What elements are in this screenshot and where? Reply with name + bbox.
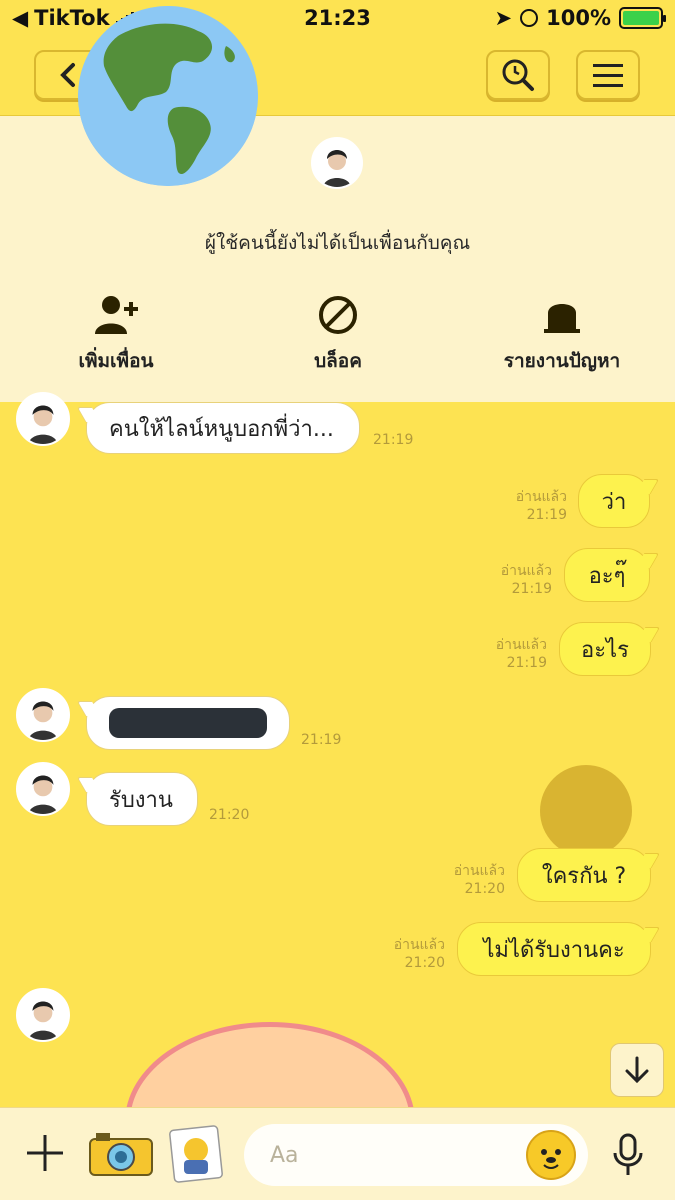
message-bubble-incoming[interactable]: คนให้ไลน์หนูบอกพี่ว่า... [86,402,360,454]
camera-button[interactable] [88,1131,154,1177]
message-meta: อ่านแล้ว 21:20 [394,936,445,972]
message-time: 21:20 [209,807,250,823]
pooh-background-icon [540,765,632,857]
emoji-button[interactable] [526,1130,576,1180]
message-time: 21:20 [404,955,445,971]
read-status: อ่านแล้ว [495,637,547,653]
battery-percent: 100% [546,6,611,30]
carrier-label[interactable]: TikTok [34,6,109,30]
sender-avatar[interactable] [16,688,70,742]
read-status: อ่านแล้ว [500,563,552,579]
read-status: อ่านแล้ว [453,863,505,879]
pooh-emoji-icon [541,1149,561,1169]
message-bubble-outgoing[interactable]: ใครกัน ? [517,848,651,902]
message-text: อะไร [581,637,629,663]
message-text: อะๆ๊ [588,563,626,589]
message-meta: อ่านแล้ว 21:20 [454,862,505,898]
camera-icon [89,1133,153,1176]
hamburger-icon [593,64,623,87]
globe-sticker-icon [78,6,258,186]
message-text: รับงาน [109,787,173,813]
add-friend-button[interactable]: เพิ่มเพื่อน [6,290,226,376]
contact-avatar[interactable] [311,137,363,189]
block-button[interactable]: บล็อค [228,290,448,376]
block-label: บล็อค [314,350,362,372]
message-bubble-incoming[interactable]: รับงาน [86,772,198,826]
microphone-icon [613,1133,643,1175]
menu-button[interactable] [576,50,640,100]
report-icon [544,304,580,333]
message-time: 21:19 [301,732,342,748]
sticker-button[interactable] [168,1124,224,1184]
message-meta: อ่านแล้ว 21:19 [496,636,547,672]
message-meta: อ่านแล้ว 21:19 [501,562,552,598]
message-time: 21:19 [526,507,567,523]
report-label: รายงานปัญหา [503,350,621,372]
message-bubble-outgoing[interactable]: อะๆ๊ [564,548,650,602]
voice-button[interactable] [606,1130,650,1180]
sticker-icon [169,1125,223,1183]
sender-avatar[interactable] [16,392,70,446]
back-arrow-icon[interactable]: ◀ [12,6,28,30]
message-text: ว่า [601,489,627,515]
message-bubble-outgoing[interactable]: อะไร [559,622,651,676]
message-time: 21:19 [373,432,414,448]
not-friend-message: ผู้ใช้คนนี้ยังไม่ได้เป็นเพื่อนกับคุณ [204,232,471,254]
message-bubble-outgoing[interactable]: ไม่ได้รับงานคะ [457,922,651,976]
search-button[interactable] [486,50,550,100]
message-bubble-outgoing[interactable]: ว่า [578,474,650,528]
message-bubble-incoming[interactable] [86,696,290,750]
location-icon: ➤ [494,6,513,30]
read-status: อ่านแล้ว [515,489,567,505]
message-text: คนให้ไลน์หนูบอกพี่ว่า... [109,416,334,442]
attach-button[interactable] [22,1130,68,1176]
message-meta: อ่านแล้ว 21:19 [516,488,567,524]
report-button[interactable]: รายงานปัญหา [452,290,672,376]
sender-avatar[interactable] [16,988,70,1042]
add-friend-icon [95,296,138,334]
block-icon [319,296,357,334]
message-time: 21:19 [511,581,552,597]
scroll-to-bottom-button[interactable] [610,1043,664,1097]
message-time: 21:20 [464,881,505,897]
message-time: 21:19 [506,655,547,671]
battery-icon [619,7,666,29]
status-right: ➤ 100% [494,6,666,30]
arrow-down-icon [625,1056,649,1084]
sender-avatar[interactable] [16,762,70,816]
plus-icon [27,1135,63,1171]
add-friend-label: เพิ่มเพื่อน [78,350,154,372]
message-text: ใครกัน ? [541,863,627,889]
status-bar: 21:23 ◀ TikTok ➤ 100% [0,0,675,36]
redaction-bar [109,708,267,738]
orientation-lock-icon [520,9,539,27]
search-icon [502,59,534,91]
message-text: ไม่ได้รับงานคะ [483,937,625,963]
read-status: อ่านแล้ว [393,937,445,953]
